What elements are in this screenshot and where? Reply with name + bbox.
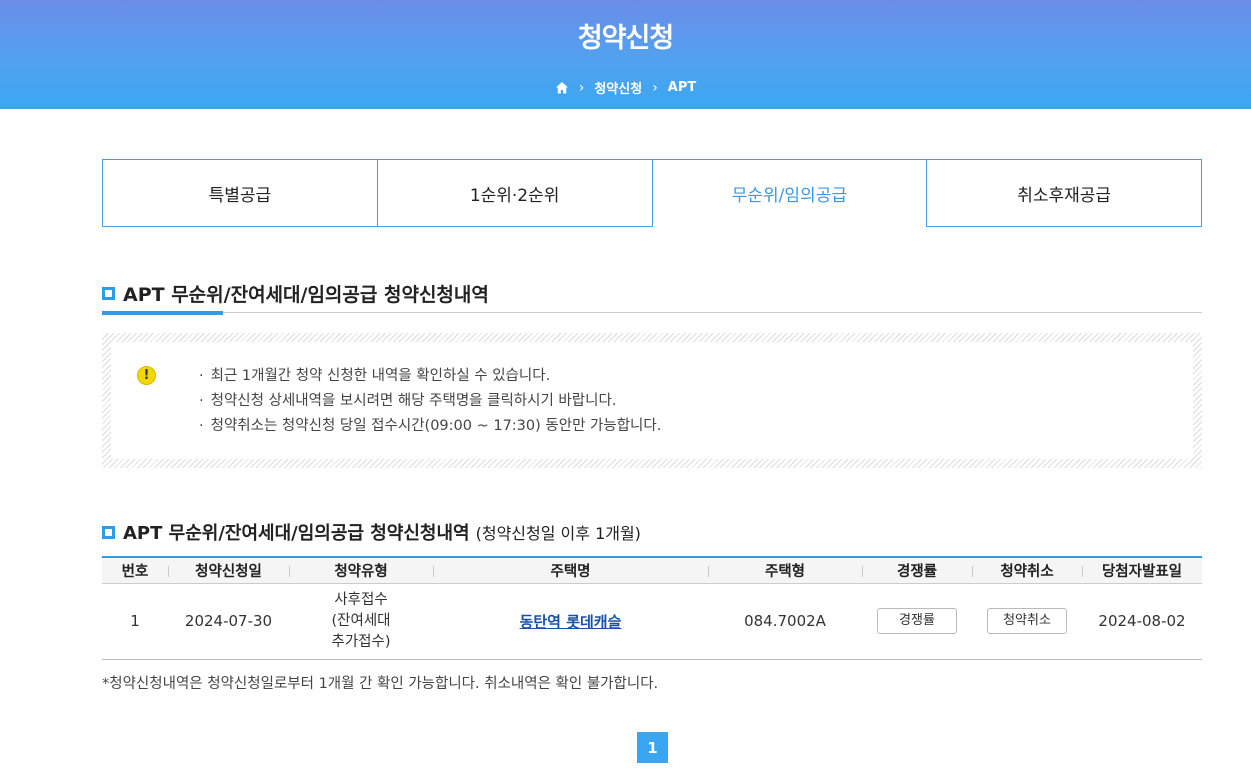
house-name-link[interactable]: 동탄역 롯데캐슬	[520, 613, 622, 631]
column-header: 청약취소	[972, 557, 1082, 583]
chevron-right-icon: ›	[578, 79, 585, 96]
column-header: 청약신청일	[168, 557, 289, 583]
application-type: 사후접수 (잔여세대 추가접수)	[289, 583, 433, 660]
column-header: 주택형	[708, 557, 862, 583]
column-header: 경쟁률	[862, 557, 972, 583]
competition-rate-button[interactable]: 경쟁률	[877, 608, 957, 634]
breadcrumb: › 청약신청 › APT	[0, 78, 1251, 97]
application-date: 2024-07-30	[168, 583, 289, 660]
notice-item: 청약취소는 청약신청 당일 접수시간(09:00 ~ 17:30) 동안만 가능…	[199, 414, 662, 439]
notice-list: 최근 1개월간 청약 신청한 내역을 확인하실 수 있습니다. 청약신청 상세내…	[199, 364, 662, 439]
notice-item: 청약신청 상세내역을 보시려면 해당 주택명을 클릭하시기 바랍니다.	[199, 389, 661, 414]
cancel-application-button[interactable]: 청약취소	[987, 608, 1067, 634]
warning-icon: !	[137, 366, 156, 385]
announcement-date: 2024-08-02	[1082, 583, 1202, 660]
column-header: 당첨자발표일	[1082, 557, 1202, 583]
table-footnote: *청약신청내역은 청약신청일로부터 1개월 간 확인 가능합니다. 취소내역은 …	[102, 676, 659, 692]
tab-rank-1-2[interactable]: 1순위·2순위	[377, 159, 653, 227]
page-title: 청약신청	[577, 23, 674, 54]
table-header-row: 번호 청약신청일 청약유형 주택명 주택형 경쟁률 청약취소 당첨자발표일	[102, 557, 1202, 583]
cancel-cell: 청약취소	[972, 583, 1082, 660]
tab-special-supply[interactable]: 특별공급	[102, 159, 378, 227]
home-icon[interactable]	[555, 81, 569, 95]
competition-rate-cell: 경쟁률	[862, 583, 972, 660]
notice-box: ! 최근 1개월간 청약 신청한 내역을 확인하실 수 있습니다. 청약신청 상…	[102, 333, 1202, 468]
section-heading-text: APT 무순위/잔여세대/임의공급 청약신청내역	[123, 284, 489, 306]
section-heading: APT 무순위/잔여세대/임의공급 청약신청내역	[102, 280, 489, 307]
square-bullet-icon	[102, 287, 115, 300]
table-row: 1 2024-07-30 사후접수 (잔여세대 추가접수) 동탄역 롯데캐슬 0…	[102, 583, 1202, 660]
row-number: 1	[102, 583, 168, 660]
square-bullet-icon	[102, 525, 115, 539]
breadcrumb-item-apt[interactable]: APT	[668, 80, 696, 95]
heading-accent-bar	[102, 311, 223, 315]
tab-no-rank-supply[interactable]: 무순위/임의공급	[652, 159, 928, 227]
table-heading-text: APT 무순위/잔여세대/임의공급 청약신청내역	[123, 523, 470, 544]
column-header: 번호	[121, 563, 149, 580]
notice-item: 최근 1개월간 청약 신청한 내역을 확인하실 수 있습니다.	[199, 364, 661, 389]
table-heading: APT 무순위/잔여세대/임의공급 청약신청내역 (청약신청일 이후 1개월)	[102, 519, 641, 545]
supply-type-tabs: 특별공급 1순위·2순위 무순위/임의공급 취소후재공급	[102, 159, 1202, 227]
column-header: 주택명	[433, 557, 708, 583]
house-type: 084.7002A	[708, 583, 862, 660]
chevron-right-icon: ›	[652, 79, 658, 96]
pagination-page-button[interactable]: 1	[637, 732, 668, 763]
table-heading-subtitle: (청약신청일 이후 1개월)	[475, 524, 641, 543]
page-header: 청약신청 › 청약신청 › APT	[0, 0, 1251, 109]
tab-cancel-resupply[interactable]: 취소후재공급	[927, 159, 1202, 227]
column-header: 청약유형	[289, 557, 433, 583]
house-name-cell: 동탄역 롯데캐슬	[433, 583, 708, 660]
application-history-table: 번호 청약신청일 청약유형 주택명 주택형 경쟁률 청약취소 당첨자발표일 1 …	[102, 556, 1202, 660]
divider	[102, 312, 1202, 313]
breadcrumb-item-apply[interactable]: 청약신청	[594, 78, 642, 97]
